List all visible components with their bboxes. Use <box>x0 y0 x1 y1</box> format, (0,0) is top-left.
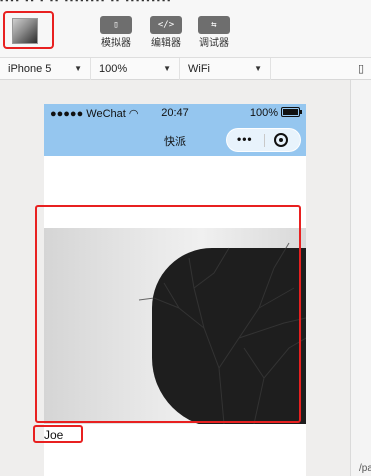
zoom-select-value: 100% <box>99 63 128 75</box>
debugger-icon: ⇆ <box>198 16 230 34</box>
avatar-highlight <box>3 11 54 49</box>
device-select-value: iPhone 5 <box>8 63 52 75</box>
editor-label: 编辑器 <box>151 38 181 49</box>
network-select-value: WiFi <box>188 63 210 75</box>
chevron-down-icon: ▼ <box>254 64 262 73</box>
battery-status: 100% <box>250 107 302 119</box>
phone-simulator: ●●●●● WeChat ◠ 20:47 100% 快派 ••• Joe <box>44 104 306 476</box>
chevron-down-icon: ▼ <box>74 64 82 73</box>
editor-icon: </> <box>150 16 182 34</box>
debugger-label: 调试器 <box>199 38 229 49</box>
side-panel-path: /pa <box>359 463 371 474</box>
capsule-divider <box>264 134 265 147</box>
user-name: Joe <box>44 428 64 442</box>
tree-branches <box>138 242 306 424</box>
user-avatar-image <box>44 228 306 424</box>
device-bar: iPhone 5 ▼ 100% ▼ WiFi ▼ ▯ <box>0 58 371 80</box>
device-select[interactable]: iPhone 5 ▼ <box>0 58 91 80</box>
network-select[interactable]: WiFi ▼ <box>180 58 271 80</box>
simulator-button[interactable]: ▯ 模拟器 <box>94 16 138 50</box>
close-target-icon[interactable] <box>274 133 288 147</box>
cropped-header-strip: ▪▪▪▪ ▪▪ ▪ ▪▪ ▪▪▪▪▪▪▪▪ ▪▪ ▪▪▪▪▪▪▪▪▪ <box>0 0 173 5</box>
top-toolbar: ▪▪▪▪ ▪▪ ▪ ▪▪ ▪▪▪▪▪▪▪▪ ▪▪ ▪▪▪▪▪▪▪▪▪ ▯ 模拟器… <box>0 0 371 58</box>
chevron-down-icon: ▼ <box>163 64 171 73</box>
panel-toggle-icon[interactable]: ▯ <box>358 58 364 80</box>
devtools-window: ▪▪▪▪ ▪▪ ▪ ▪▪ ▪▪▪▪▪▪▪▪ ▪▪ ▪▪▪▪▪▪▪▪▪ ▯ 模拟器… <box>0 0 371 476</box>
zoom-select[interactable]: 100% ▼ <box>91 58 180 80</box>
editor-button[interactable]: </> 编辑器 <box>144 16 188 50</box>
menu-capsule: ••• <box>226 128 301 152</box>
simulator-label: 模拟器 <box>101 38 131 49</box>
debugger-button[interactable]: ⇆ 调试器 <box>192 16 236 50</box>
side-panel: /pa <box>350 80 371 476</box>
battery-icon <box>281 107 302 117</box>
status-bar: ●●●●● WeChat ◠ 20:47 100% <box>44 104 306 124</box>
nav-bar: 快派 ••• <box>44 124 306 156</box>
simulator-icon: ▯ <box>100 16 132 34</box>
more-dots-icon[interactable]: ••• <box>237 132 253 146</box>
avatar[interactable] <box>12 18 38 44</box>
